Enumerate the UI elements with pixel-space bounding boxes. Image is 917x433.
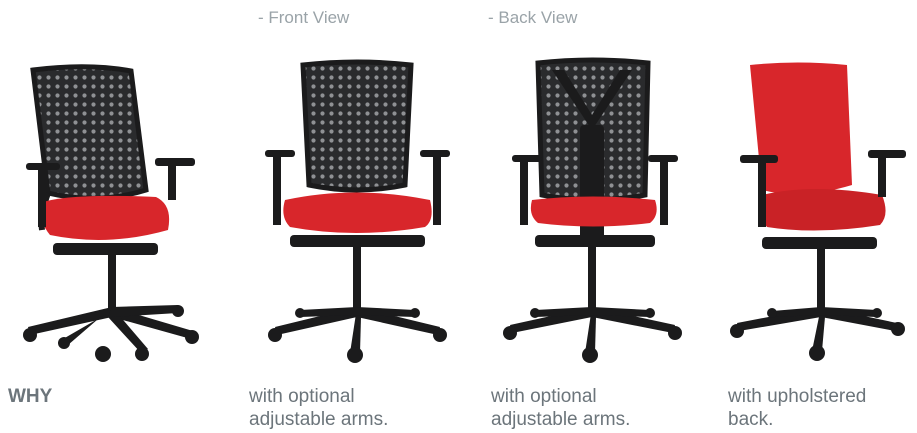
caption-front-view: with optional adjustable arms.	[249, 385, 388, 431]
mesh-back	[33, 66, 146, 199]
chair-image-angle-view	[23, 64, 199, 362]
caption-line: adjustable arms.	[491, 409, 631, 430]
red-seat	[39, 195, 170, 240]
back-view-label: - Back View	[488, 8, 578, 27]
caption-upholstered: with upholstered back.	[728, 385, 866, 431]
caption-back-view: with optional adjustable arms.	[491, 385, 630, 431]
red-seat	[760, 189, 886, 231]
chair-image-upholstered	[730, 62, 906, 361]
chair-base	[23, 250, 199, 362]
chair-base	[730, 245, 905, 361]
caption-line: back.	[728, 409, 774, 430]
chair-base	[503, 245, 682, 363]
front-view-label: - Front View	[258, 8, 350, 27]
chair-base	[268, 245, 447, 363]
caption-line: with optional	[491, 386, 597, 407]
caption-line: WHY	[8, 386, 53, 407]
chair-image-back-view	[503, 57, 682, 363]
caption-line: with optional	[249, 386, 355, 407]
red-seat	[283, 192, 432, 233]
caption-line: with upholstered	[728, 386, 867, 407]
caption-why: WHY	[8, 385, 52, 408]
chair-image-front-view	[265, 59, 450, 363]
red-seat	[530, 196, 657, 227]
mesh-back	[303, 62, 411, 190]
caption-line: adjustable arms.	[249, 409, 389, 430]
